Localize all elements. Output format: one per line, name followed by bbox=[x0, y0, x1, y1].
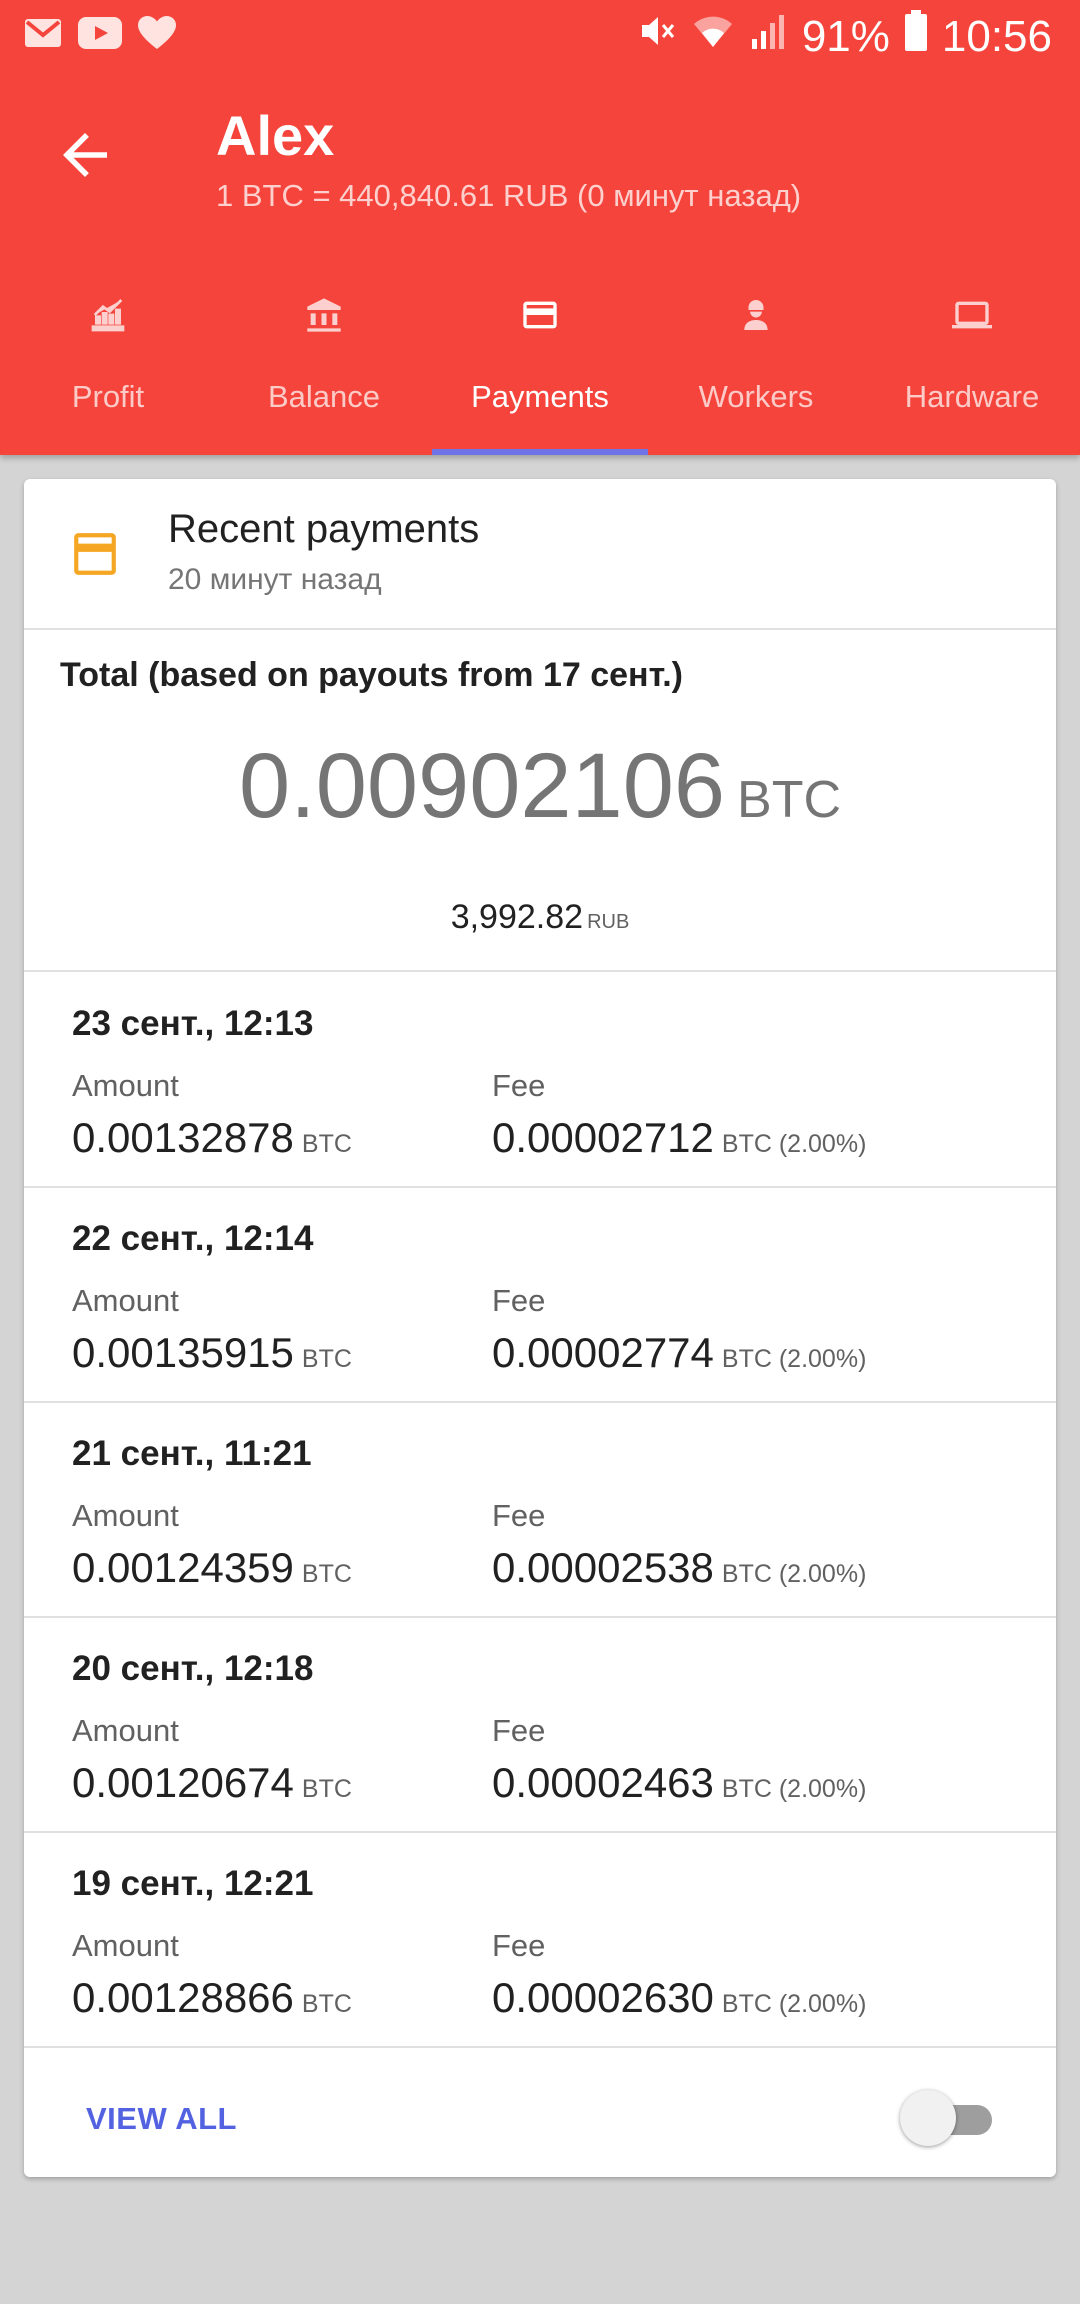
worker-icon bbox=[744, 300, 768, 330]
amount-label: Amount bbox=[72, 1713, 179, 1748]
total-label: Total (based on payouts from 17 сент.) bbox=[60, 656, 684, 694]
amount-label: Amount bbox=[72, 1928, 179, 1963]
tab-workers[interactable]: Workers bbox=[648, 285, 864, 455]
fee-number: 0.00002538 bbox=[492, 1544, 714, 1591]
amount-number: 0.00120674 bbox=[72, 1759, 294, 1806]
fee-number: 0.00002774 bbox=[492, 1329, 714, 1376]
total-btc-value: 0.00902106 bbox=[238, 735, 726, 837]
payment-row: 20 сент., 12:18 Amount Fee 0.00120674 BTC… bbox=[24, 1617, 1056, 1833]
fee-value: 0.00002463 BTC (2.00%) bbox=[492, 1759, 866, 1807]
mute-icon bbox=[636, 11, 676, 62]
fee-unit: BTC (2.00%) bbox=[721, 1345, 867, 1373]
amount-number: 0.00124359 bbox=[72, 1544, 294, 1591]
fee-value: 0.00002630 BTC (2.00%) bbox=[492, 1974, 866, 2022]
payment-row: 21 сент., 11:21 Amount Fee 0.00124359 BTC… bbox=[24, 1402, 1056, 1618]
payment-date: 22 сент., 12:14 bbox=[72, 1219, 314, 1258]
fee-label: Fee bbox=[492, 1928, 546, 1963]
laptop-icon bbox=[952, 301, 992, 329]
gmail-icon bbox=[24, 18, 62, 53]
tab-payments[interactable]: Payments bbox=[432, 285, 648, 455]
heart-icon bbox=[138, 16, 176, 55]
clock: 10:56 bbox=[941, 11, 1052, 61]
battery-percent: 91% bbox=[801, 11, 890, 61]
payment-date: 21 сент., 11:21 bbox=[72, 1434, 312, 1473]
amount-unit: BTC bbox=[301, 1130, 352, 1158]
credit-card-icon bbox=[523, 301, 557, 329]
tab-label: Payments bbox=[471, 379, 609, 414]
tab-label: Profit bbox=[71, 379, 145, 414]
fee-label: Fee bbox=[492, 1498, 546, 1533]
payment-date: 20 сент., 12:18 bbox=[72, 1649, 314, 1688]
total-rub-value: 3,992.82 bbox=[450, 898, 584, 936]
recent-payments-card: Recent payments 20 минут назад Total (ba… bbox=[24, 479, 1056, 2177]
tab-label: Hardware bbox=[904, 379, 1040, 414]
amount-value: 0.00120674 BTC bbox=[72, 1759, 352, 1807]
battery-icon bbox=[904, 10, 928, 63]
payment-row: 23 сент., 12:13 Amount Fee 0.00132878 BTC… bbox=[24, 972, 1056, 1188]
fee-unit: BTC (2.00%) bbox=[721, 1560, 867, 1588]
payment-date: 23 сент., 12:13 bbox=[72, 1004, 314, 1043]
fee-label: Fee bbox=[492, 1713, 546, 1748]
tab-label: Balance bbox=[267, 379, 381, 414]
fee-unit: BTC (2.00%) bbox=[721, 1990, 867, 2018]
card-header: Recent payments 20 минут назад bbox=[24, 479, 1056, 630]
amount-label: Amount bbox=[72, 1498, 179, 1533]
total-rub: 3,992.82 RUB bbox=[24, 898, 1056, 937]
toggle-switch[interactable] bbox=[900, 2088, 1000, 2148]
youtube-icon bbox=[78, 17, 122, 54]
fee-label: Fee bbox=[492, 1283, 546, 1318]
tab-label: Workers bbox=[698, 379, 814, 414]
toggle-thumb bbox=[900, 2090, 956, 2146]
fee-number: 0.00002630 bbox=[492, 1974, 714, 2021]
card-updated-time: 20 минут назад bbox=[168, 563, 382, 596]
page-title: Alex bbox=[216, 104, 335, 167]
total-btc-unit: BTC bbox=[737, 771, 842, 829]
card-title: Recent payments bbox=[168, 507, 480, 551]
amount-unit: BTC bbox=[301, 1990, 352, 2018]
amount-number: 0.00128866 bbox=[72, 1974, 294, 2021]
arrow-back-icon bbox=[63, 133, 107, 177]
signal-icon bbox=[750, 11, 788, 62]
tab-balance[interactable]: Balance bbox=[216, 285, 432, 455]
fee-value: 0.00002538 BTC (2.00%) bbox=[492, 1544, 866, 1592]
app-bar: 91% 10:56 Alex 1 BTC = 440,840.61 RUB (0… bbox=[0, 0, 1080, 455]
payment-row: 22 сент., 12:14 Amount Fee 0.00135915 BTC… bbox=[24, 1187, 1056, 1403]
view-all-button[interactable]: VIEW ALL bbox=[86, 2101, 237, 2137]
amount-value: 0.00132878 BTC bbox=[72, 1114, 352, 1162]
fee-value: 0.00002774 BTC (2.00%) bbox=[492, 1329, 866, 1377]
wifi-icon bbox=[690, 11, 736, 62]
exchange-rate: 1 BTC = 440,840.61 RUB (0 минут назад) bbox=[216, 178, 802, 213]
total-rub-unit: RUB bbox=[587, 911, 630, 933]
profit-chart-icon bbox=[91, 299, 125, 332]
status-bar: 91% 10:56 bbox=[0, 0, 1080, 72]
amount-label: Amount bbox=[72, 1068, 179, 1103]
back-button[interactable] bbox=[52, 122, 118, 188]
fee-value: 0.00002712 BTC (2.00%) bbox=[492, 1114, 866, 1162]
bank-icon bbox=[307, 298, 341, 332]
tab-indicator bbox=[432, 449, 648, 455]
credit-card-icon bbox=[74, 533, 116, 575]
amount-value: 0.00128866 BTC bbox=[72, 1974, 352, 2022]
fee-unit: BTC (2.00%) bbox=[721, 1130, 867, 1158]
amount-value: 0.00124359 BTC bbox=[72, 1544, 352, 1592]
tab-profit[interactable]: Profit bbox=[0, 285, 216, 455]
amount-unit: BTC bbox=[301, 1775, 352, 1803]
amount-value: 0.00135915 BTC bbox=[72, 1329, 352, 1377]
fee-unit: BTC (2.00%) bbox=[721, 1775, 867, 1803]
payment-row: 19 сент., 12:21 Amount Fee 0.00128866 BTC… bbox=[24, 1832, 1056, 2048]
amount-number: 0.00135915 bbox=[72, 1329, 294, 1376]
tab-bar: Profit Balance Payments Workers Hardware bbox=[0, 285, 1080, 455]
amount-label: Amount bbox=[72, 1283, 179, 1318]
tab-hardware[interactable]: Hardware bbox=[864, 285, 1080, 455]
payment-date: 19 сент., 12:21 bbox=[72, 1864, 314, 1903]
amount-unit: BTC bbox=[301, 1560, 352, 1588]
fee-label: Fee bbox=[492, 1068, 546, 1103]
amount-unit: BTC bbox=[301, 1345, 352, 1373]
amount-number: 0.00132878 bbox=[72, 1114, 294, 1161]
total-btc: 0.00902106 BTC bbox=[24, 734, 1056, 839]
fee-number: 0.00002712 bbox=[492, 1114, 714, 1161]
total-section: Total (based on payouts from 17 сент.) 0… bbox=[24, 630, 1056, 972]
fee-number: 0.00002463 bbox=[492, 1759, 714, 1806]
